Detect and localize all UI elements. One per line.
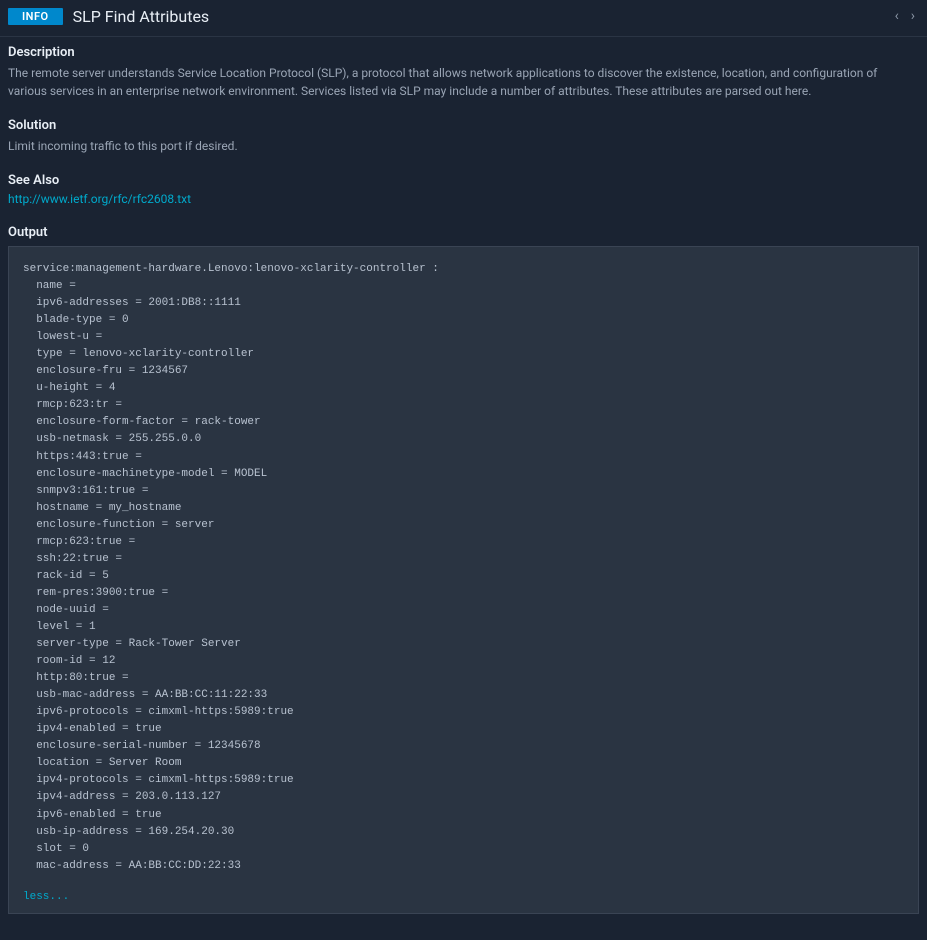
description-section: Description The remote server understand… (8, 45, 919, 100)
solution-section: Solution Limit incoming traffic to this … (8, 118, 919, 155)
output-section: Output service:management-hardware.Lenov… (8, 225, 919, 914)
prev-arrow-icon[interactable]: ‹ (891, 6, 903, 26)
page-header: INFO SLP Find Attributes ‹ › (0, 0, 927, 37)
page-title: SLP Find Attributes (73, 7, 210, 26)
solution-header: Solution (8, 118, 919, 133)
less-toggle[interactable]: less... (23, 891, 69, 903)
description-text: The remote server understands Service Lo… (8, 64, 919, 100)
info-badge: INFO (8, 8, 63, 25)
output-text: service:management-hardware.Lenovo:lenov… (23, 261, 904, 875)
content-area: Description The remote server understand… (0, 37, 927, 940)
header-left: INFO SLP Find Attributes (8, 7, 209, 26)
seealso-section: See Also http://www.ietf.org/rfc/rfc2608… (8, 173, 919, 207)
output-header: Output (8, 225, 919, 240)
next-arrow-icon[interactable]: › (907, 6, 919, 26)
output-box: service:management-hardware.Lenovo:lenov… (8, 246, 919, 914)
description-header: Description (8, 45, 919, 60)
seealso-link[interactable]: http://www.ietf.org/rfc/rfc2608.txt (8, 192, 191, 206)
seealso-header: See Also (8, 173, 919, 188)
nav-arrows: ‹ › (891, 6, 919, 26)
solution-text: Limit incoming traffic to this port if d… (8, 137, 919, 155)
